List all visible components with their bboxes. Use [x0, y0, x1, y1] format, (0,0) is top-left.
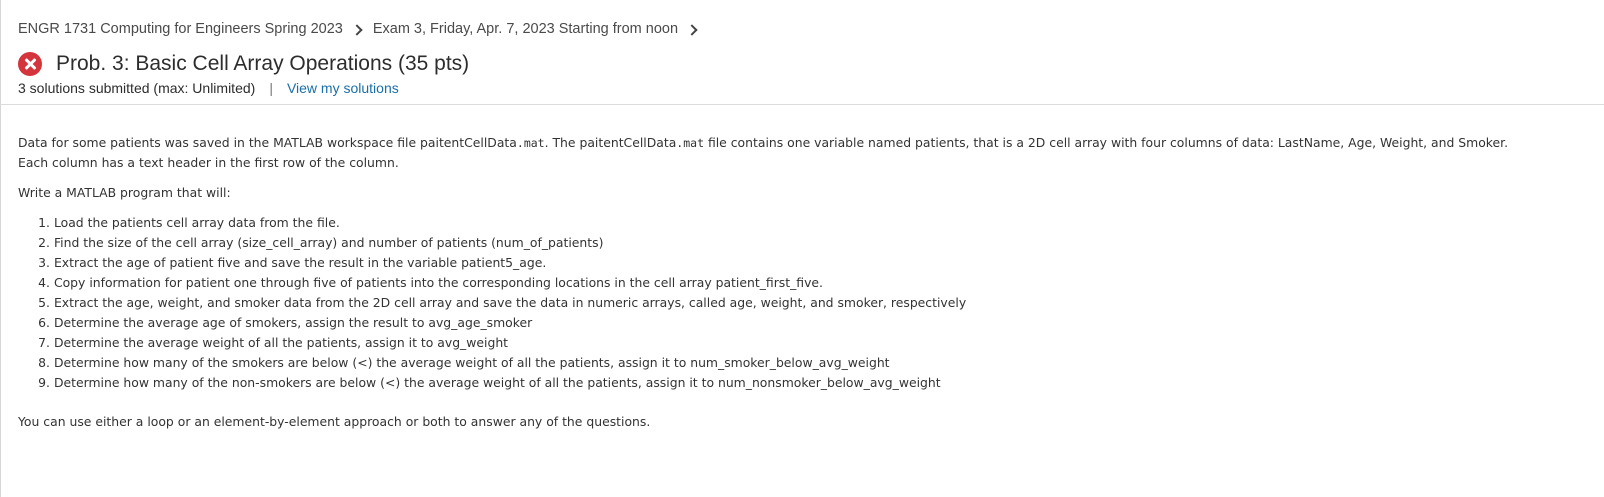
chevron-right-icon — [686, 23, 698, 36]
task-text: Copy information for patient one through… — [53, 275, 823, 290]
task-text: Determine the average weight of all the … — [53, 335, 509, 350]
breadcrumb-course-link[interactable]: ENGR 1731 Computing for Engineers Spring… — [18, 21, 343, 37]
task-text: Extract the age, weight, and smoker data… — [53, 295, 967, 310]
breadcrumb-assessment-link[interactable]: Exam 3, Friday, Apr. 7, 2023 Starting fr… — [373, 21, 678, 37]
page-title: Prob. 3: Basic Cell Array Operations (35… — [56, 52, 470, 75]
task-list-item: 5. Extract the age, weight, and smoker d… — [36, 293, 966, 313]
description-text: Data for some patients was saved in the … — [18, 135, 517, 150]
task-list-item: 1. Load the patients cell array data fro… — [36, 213, 966, 233]
instructions-intro: Write a MATLAB program that will: — [18, 185, 231, 200]
task-number: 3. — [38, 255, 50, 270]
task-number: 4. — [38, 275, 50, 290]
task-list: 1. Load the patients cell array data fro… — [36, 213, 966, 393]
submission-info: 3 solutions submitted (max: Unlimited) |… — [18, 80, 399, 96]
task-number: 2. — [38, 235, 50, 250]
task-number: 1. — [38, 215, 50, 230]
task-number: 6. — [38, 315, 50, 330]
view-my-solutions-link[interactable]: View my solutions — [287, 80, 399, 96]
task-text: Extract the age of patient five and save… — [53, 255, 547, 270]
description-paragraph: Data for some patients was saved in the … — [18, 133, 1538, 173]
description-text: . The paitentCellData — [544, 135, 677, 150]
task-list-item: 2. Find the size of the cell array (size… — [36, 233, 966, 253]
closing-note: You can use either a loop or an element-… — [18, 414, 651, 429]
task-number: 5. — [38, 295, 50, 310]
task-list-item: 4. Copy information for patient one thro… — [36, 273, 966, 293]
submission-count: 3 solutions submitted (max: Unlimited) — [18, 80, 256, 96]
task-number: 8. — [38, 355, 50, 370]
task-list-item: 6. Determine the average age of smokers,… — [36, 313, 966, 333]
task-number: 9. — [38, 375, 50, 390]
task-text: Load the patients cell array data from t… — [53, 215, 340, 230]
task-text: Determine how many of the smokers are be… — [53, 355, 890, 370]
chevron-right-icon — [351, 23, 363, 36]
task-number: 7. — [38, 335, 50, 350]
separator: | — [269, 80, 273, 96]
task-list-item: 7. Determine the average weight of all t… — [36, 333, 966, 353]
breadcrumb: ENGR 1731 Computing for Engineers Spring… — [18, 21, 708, 37]
left-border — [0, 0, 1, 497]
task-list-item: 9. Determine how many of the non-smokers… — [36, 373, 966, 393]
incorrect-status-icon — [18, 52, 42, 76]
problem-header: Prob. 3: Basic Cell Array Operations (35… — [18, 52, 469, 76]
file-extension: .mat — [676, 136, 704, 150]
header-divider — [0, 104, 1604, 105]
task-text: Find the size of the cell array (size_ce… — [53, 235, 604, 250]
task-list-item: 8. Determine how many of the smokers are… — [36, 353, 966, 373]
task-text: Determine the average age of smokers, as… — [53, 315, 533, 330]
task-list-item: 3. Extract the age of patient five and s… — [36, 253, 966, 273]
task-text: Determine how many of the non-smokers ar… — [53, 375, 941, 390]
file-extension: .mat — [516, 136, 545, 150]
